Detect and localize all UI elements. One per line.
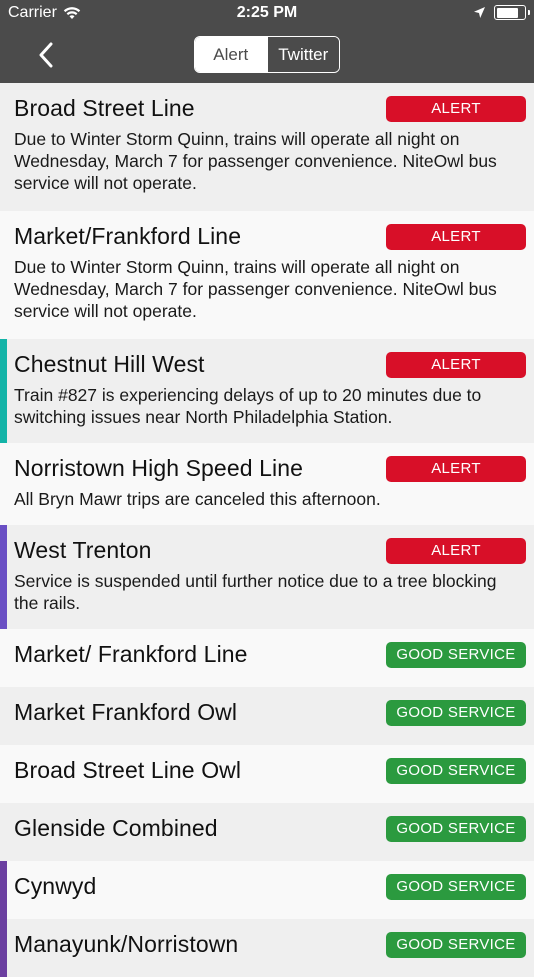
line-name: Manayunk/Norristown [14,931,239,957]
segmented-control: Alert Twitter [194,36,340,73]
list-item[interactable]: Cynwyd GOOD SERVICE [0,861,534,919]
status-badge: GOOD SERVICE [386,815,526,842]
list-item[interactable]: Broad Street Line ALERT Due to Winter Stor… [0,83,534,211]
list-item[interactable]: West Trenton ALERT Service is suspended un… [0,525,534,629]
line-name: Norristown High Speed Line [14,455,303,481]
alert-description: Due to Winter Storm Quinn, trains will o… [14,129,497,193]
line-name: Market/Frankford Line [14,223,242,249]
list-item-header: Broad Street Line Owl GOOD SERVICE [14,757,526,784]
status-badge: ALERT [386,537,526,564]
status-badge: ALERT [386,455,526,482]
list-item[interactable]: Broad Street Line Owl GOOD SERVICE [0,745,534,803]
alert-description: Service is suspended until further notic… [14,571,497,613]
list-item-header: Manayunk/Norristown GOOD SERVICE [14,931,526,958]
status-badge: ALERT [386,351,526,378]
status-badge: GOOD SERVICE [386,931,526,958]
tab-alert[interactable]: Alert [195,37,267,72]
list-item[interactable]: Market/Frankford Line ALERT Due to Winter … [0,211,534,339]
list-item[interactable]: Norristown High Speed Line ALERT All Bryn … [0,443,534,525]
line-name: Market/ Frankford Line [14,641,248,667]
status-badge: GOOD SERVICE [386,757,526,784]
line-color-bar [0,339,7,443]
battery-icon [494,5,530,20]
tab-twitter[interactable]: Twitter [266,37,339,72]
list-item-header: Market/ Frankford Line GOOD SERVICE [14,641,526,668]
list-item-header: West Trenton ALERT [14,537,526,564]
battery-fill [496,7,519,18]
list-item-header: Market Frankford Owl GOOD SERVICE [14,699,526,726]
line-color-bar [0,861,7,919]
back-button[interactable] [28,38,64,72]
service-status-list: Broad Street Line ALERT Due to Winter Stor… [0,83,534,977]
line-name: West Trenton [14,537,152,563]
alert-description: All Bryn Mawr trips are canceled this af… [14,489,381,509]
list-item-header: Cynwyd GOOD SERVICE [14,873,526,900]
status-badge: ALERT [386,95,526,122]
line-color-bar [0,919,7,977]
list-item[interactable]: Glenside Combined GOOD SERVICE [0,803,534,861]
list-item-header: Chestnut Hill West ALERT [14,351,526,378]
list-item-header: Broad Street Line ALERT [14,95,526,122]
status-badge: GOOD SERVICE [386,873,526,900]
status-badge: GOOD SERVICE [386,699,526,726]
list-item-header: Glenside Combined GOOD SERVICE [14,815,526,842]
line-name: Broad Street Line [14,95,195,121]
list-item-header: Market/Frankford Line ALERT [14,223,526,250]
line-name: Market Frankford Owl [14,699,238,725]
list-item-header: Norristown High Speed Line ALERT [14,455,526,482]
list-item[interactable]: Market/ Frankford Line GOOD SERVICE [0,629,534,687]
alert-description: Train #827 is experiencing delays of up … [14,385,482,427]
list-item[interactable]: Manayunk/Norristown GOOD SERVICE [0,919,534,977]
line-color-bar [0,525,7,629]
line-name: Glenside Combined [14,815,218,841]
status-bar: Carrier 2:25 PM [0,0,534,28]
nav-bar: Alert Twitter [0,28,534,83]
line-name: Chestnut Hill West [14,351,205,377]
line-name: Cynwyd [14,873,97,899]
alert-description: Due to Winter Storm Quinn, trains will o… [14,257,497,321]
status-right [473,5,530,20]
line-name: Broad Street Line Owl [14,757,242,783]
status-badge: GOOD SERVICE [386,641,526,668]
status-badge: ALERT [386,223,526,250]
chevron-left-icon [39,42,53,68]
status-time: 2:25 PM [236,4,298,21]
list-item[interactable]: Chestnut Hill West ALERT Train #827 is exp… [0,339,534,443]
location-arrow-icon [474,7,485,18]
list-item[interactable]: Market Frankford Owl GOOD SERVICE [0,687,534,745]
